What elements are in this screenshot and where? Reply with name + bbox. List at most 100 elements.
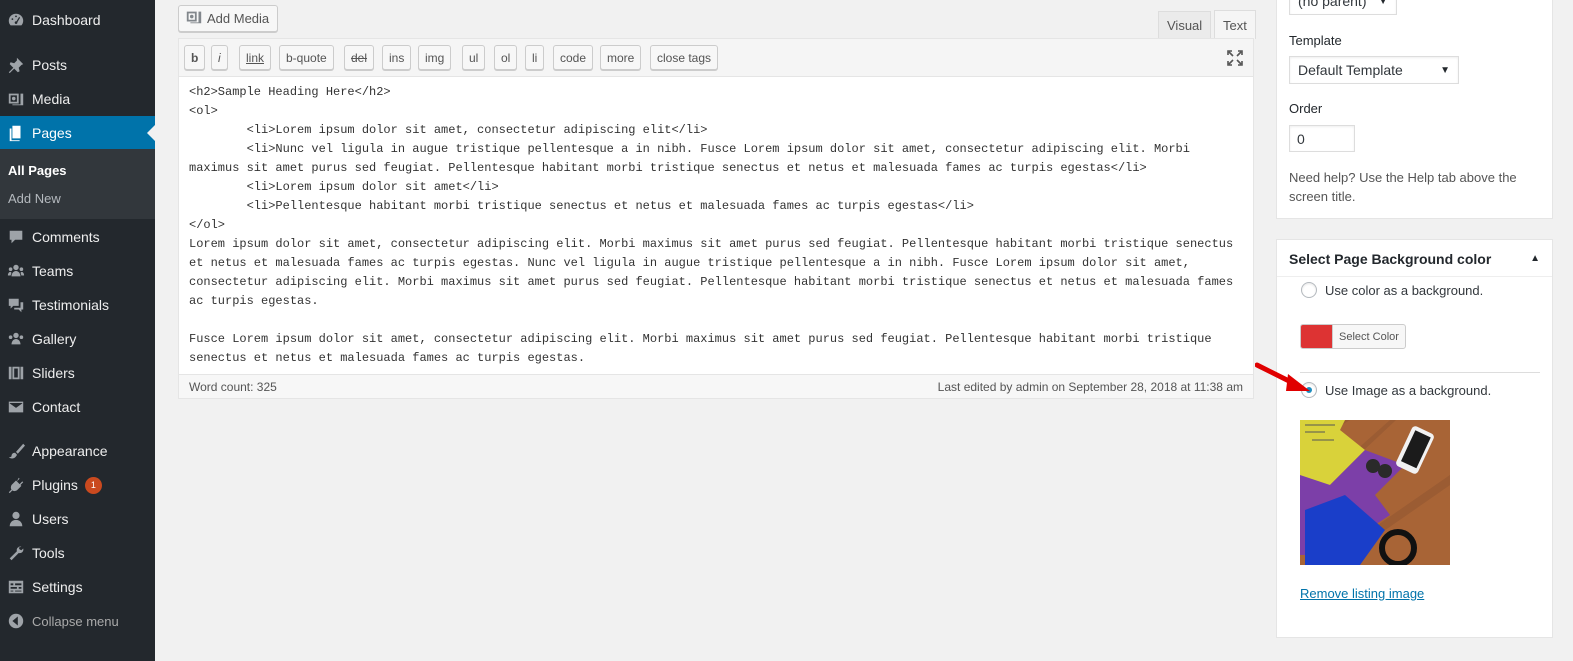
chevron-down-icon: ▼ [1440, 64, 1450, 76]
menu-item-plugins[interactable]: Plugins 1 [0, 468, 155, 502]
submenu-add-new[interactable]: Add New [8, 191, 61, 206]
menu-label: Pages [32, 125, 72, 141]
template-select[interactable]: Default Template ▼ [1289, 56, 1459, 84]
gallery-icon [0, 330, 32, 348]
menu-item-gallery[interactable]: Gallery [0, 322, 155, 356]
order-input[interactable]: 0 [1289, 125, 1355, 152]
order-label: Order [1289, 101, 1323, 116]
menu-label: Users [32, 511, 69, 527]
img-button[interactable]: img [418, 45, 452, 70]
del-button[interactable]: del [344, 45, 375, 70]
page-attributes-panel: (no parent) ▼ Template Default Template … [1276, 0, 1553, 219]
dashboard-icon [0, 11, 32, 29]
annotation-arrow-icon [1254, 362, 1313, 399]
bold-button[interactable]: b [184, 45, 206, 70]
add-media-button[interactable]: Add Media [178, 5, 279, 32]
menu-item-sliders[interactable]: Sliders [0, 356, 155, 390]
menu-item-pages[interactable]: Pages [0, 116, 155, 150]
submenu-all-pages[interactable]: All Pages [8, 163, 67, 178]
template-label: Template [1289, 33, 1342, 48]
divider [1300, 372, 1540, 373]
plugin-icon [0, 476, 32, 494]
option-label: Use Image as a background. [1325, 382, 1492, 398]
li-button[interactable]: li [525, 45, 545, 70]
menu-label: Testimonials [32, 297, 110, 313]
pin-icon [0, 56, 32, 74]
more-button[interactable]: more [600, 45, 642, 70]
panel-title: Select Page Background color [1289, 251, 1492, 267]
menu-label: Contact [32, 399, 81, 415]
select-color-button[interactable]: Select Color [1300, 324, 1406, 349]
menu-label: Appearance [32, 443, 108, 459]
media-icon [0, 90, 32, 108]
select-color-label: Select Color [1332, 325, 1405, 348]
close-tags-button[interactable]: close tags [650, 45, 719, 70]
color-background-radio[interactable] [1301, 282, 1317, 298]
color-swatch [1301, 325, 1332, 348]
menu-label: Sliders [32, 365, 75, 381]
editor-status-bar: Word count: 325 Last edited by admin on … [179, 374, 1253, 398]
menu-label: Collapse menu [32, 613, 119, 629]
image-background-option[interactable]: Use Image as a background. [1301, 382, 1491, 398]
page-background-panel: Select Page Background color ▲ Use color… [1276, 239, 1553, 638]
slides-icon [0, 364, 32, 382]
ins-button[interactable]: ins [382, 45, 412, 70]
last-edited: Last edited by admin on September 28, 20… [937, 379, 1243, 394]
link-button[interactable]: link [239, 45, 272, 70]
divider [1277, 276, 1552, 277]
pages-icon [0, 124, 32, 142]
tab-visual[interactable]: Visual [1158, 11, 1212, 39]
quicktags-toolbar: b i link b-quote del ins img ul ol li co… [179, 39, 1253, 77]
tab-text[interactable]: Text [1214, 10, 1256, 39]
italic-button[interactable]: i [211, 45, 228, 70]
parent-select-value: (no parent) [1298, 0, 1367, 9]
pages-submenu: All Pages Add New [0, 149, 155, 219]
menu-label: Settings [32, 579, 83, 595]
menu-item-settings[interactable]: Settings [0, 570, 155, 604]
menu-item-dashboard[interactable]: Dashboard [0, 3, 155, 37]
menu-label: Tools [32, 545, 65, 561]
testimonial-icon [0, 296, 32, 314]
code-button[interactable]: code [553, 45, 594, 70]
collapse-menu-button[interactable]: Collapse menu [0, 604, 155, 638]
menu-item-tools[interactable]: Tools [0, 536, 155, 570]
tab-label: Visual [1167, 18, 1203, 33]
menu-label: Plugins [32, 477, 78, 493]
update-count-badge: 1 [84, 476, 102, 494]
text-editor: b i link b-quote del ins img ul ol li co… [178, 38, 1254, 399]
color-background-option[interactable]: Use color as a background. [1301, 282, 1483, 298]
menu-item-users[interactable]: Users [0, 502, 155, 536]
collapse-toggle-icon[interactable]: ▲ [1530, 253, 1540, 264]
menu-item-teams[interactable]: Teams [0, 254, 155, 288]
menu-label: Comments [32, 229, 100, 245]
menu-label: Teams [32, 263, 74, 279]
collapse-icon [0, 612, 32, 630]
option-label: Use color as a background. [1325, 282, 1484, 298]
remove-image-link[interactable]: Remove listing image [1300, 586, 1424, 601]
help-text: Need help? Use the Help tab above the sc… [1289, 170, 1517, 204]
menu-item-media[interactable]: Media [0, 82, 155, 116]
parent-select[interactable]: (no parent) ▼ [1289, 0, 1397, 15]
blockquote-button[interactable]: b-quote [279, 45, 334, 70]
content-textarea[interactable]: <h2>Sample Heading Here</h2> <ol> <li>Lo… [189, 83, 1245, 368]
menu-item-comments[interactable]: Comments [0, 220, 155, 254]
fullscreen-icon[interactable] [1227, 50, 1243, 71]
menu-label: Gallery [32, 331, 77, 347]
word-count: Word count: 325 [189, 379, 277, 394]
tab-label: Text [1223, 17, 1247, 33]
template-select-value: Default Template [1298, 62, 1403, 78]
menu-item-contact[interactable]: Contact [0, 390, 155, 424]
menu-label: Dashboard [32, 12, 101, 28]
add-media-label: Add Media [207, 11, 270, 26]
ul-button[interactable]: ul [462, 45, 486, 70]
groups-icon [0, 262, 32, 280]
admin-sidebar: Dashboard Posts Media Pages All Pages Ad… [0, 0, 155, 661]
menu-item-posts[interactable]: Posts [0, 48, 155, 82]
menu-label: Media [32, 91, 71, 107]
menu-item-appearance[interactable]: Appearance [0, 434, 155, 468]
email-icon [0, 398, 32, 416]
settings-icon [0, 578, 32, 596]
ol-button[interactable]: ol [494, 45, 518, 70]
user-icon [0, 510, 32, 528]
menu-item-testimonials[interactable]: Testimonials [0, 288, 155, 322]
